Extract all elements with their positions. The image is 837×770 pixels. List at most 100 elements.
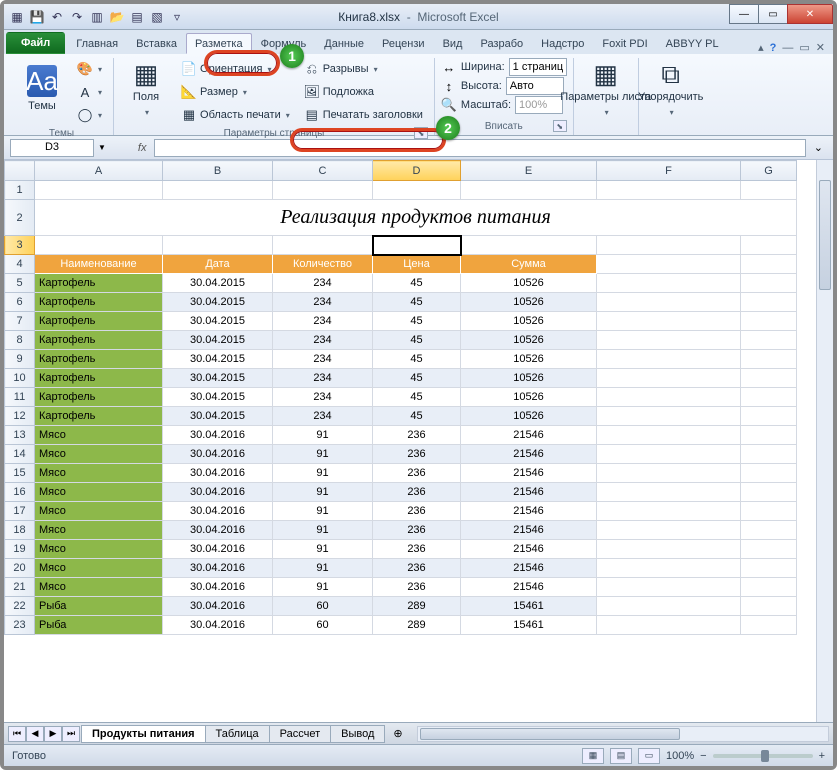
table-cell-price[interactable]: 236 — [373, 445, 461, 464]
table-cell-sum[interactable]: 21546 — [461, 483, 597, 502]
name-box[interactable]: D3 — [10, 139, 94, 157]
cell[interactable] — [597, 407, 741, 426]
cell[interactable] — [597, 578, 741, 597]
background-button[interactable]: 🖼Подложка — [299, 81, 428, 103]
new-icon[interactable]: ▥ — [88, 8, 106, 26]
table-cell-sum[interactable]: 15461 — [461, 597, 597, 616]
cell[interactable] — [597, 559, 741, 578]
table-cell-name[interactable]: Картофель — [35, 407, 163, 426]
orientation-button[interactable]: 📄Ориентация — [176, 58, 295, 80]
cell[interactable] — [597, 521, 741, 540]
column-header[interactable]: E — [461, 161, 597, 181]
table-cell-price[interactable]: 45 — [373, 407, 461, 426]
row-header[interactable]: 20 — [5, 559, 35, 578]
excel-icon[interactable]: ▦ — [8, 8, 26, 26]
row-header[interactable]: 1 — [5, 181, 35, 200]
table-cell-price[interactable]: 236 — [373, 426, 461, 445]
help-icon[interactable]: ? — [770, 42, 777, 54]
row-header[interactable]: 6 — [5, 293, 35, 312]
qat-icon[interactable]: ▧ — [148, 8, 166, 26]
row-header[interactable]: 7 — [5, 312, 35, 331]
table-cell-name[interactable]: Мясо — [35, 445, 163, 464]
table-cell-date[interactable]: 30.04.2016 — [163, 578, 273, 597]
table-header-cell[interactable]: Наименование — [35, 255, 163, 274]
zoom-slider[interactable] — [713, 754, 813, 758]
tab-ABBYY PL[interactable]: ABBYY PL — [657, 33, 728, 54]
width-input[interactable] — [509, 58, 567, 76]
tab-Надстро[interactable]: Надстро — [532, 33, 593, 54]
table-cell-qty[interactable]: 91 — [273, 464, 373, 483]
table-cell-name[interactable]: Картофель — [35, 331, 163, 350]
table-cell-sum[interactable]: 10526 — [461, 350, 597, 369]
table-cell-name[interactable]: Картофель — [35, 293, 163, 312]
table-cell-price[interactable]: 289 — [373, 597, 461, 616]
row-header[interactable]: 9 — [5, 350, 35, 369]
table-cell-price[interactable]: 236 — [373, 578, 461, 597]
cell[interactable] — [597, 293, 741, 312]
cell[interactable] — [273, 181, 373, 200]
cell[interactable] — [741, 369, 797, 388]
table-cell-name[interactable]: Мясо — [35, 578, 163, 597]
table-header-cell[interactable]: Количество — [273, 255, 373, 274]
minimize-ribbon-icon[interactable]: ▴ — [758, 41, 764, 54]
table-cell-sum[interactable]: 21546 — [461, 464, 597, 483]
row-header[interactable]: 8 — [5, 331, 35, 350]
row-header[interactable]: 13 — [5, 426, 35, 445]
table-cell-qty[interactable]: 234 — [273, 407, 373, 426]
cell[interactable] — [741, 255, 797, 274]
column-header[interactable]: C — [273, 161, 373, 181]
cell[interactable] — [597, 616, 741, 635]
cell[interactable] — [741, 274, 797, 293]
table-cell-qty[interactable]: 91 — [273, 578, 373, 597]
cell[interactable] — [741, 483, 797, 502]
table-cell-name[interactable]: Мясо — [35, 464, 163, 483]
table-cell-qty[interactable]: 234 — [273, 331, 373, 350]
table-cell-price[interactable]: 45 — [373, 331, 461, 350]
qat-icon[interactable]: ▤ — [128, 8, 146, 26]
table-cell-date[interactable]: 30.04.2016 — [163, 597, 273, 616]
new-sheet-button[interactable]: ⊕ — [387, 727, 408, 740]
cell[interactable] — [741, 236, 797, 255]
table-cell-qty[interactable]: 91 — [273, 483, 373, 502]
table-cell-sum[interactable]: 10526 — [461, 388, 597, 407]
sheet-tab[interactable]: Таблица — [205, 725, 270, 743]
table-cell-date[interactable]: 30.04.2015 — [163, 274, 273, 293]
maximize-button[interactable]: ▭ — [758, 4, 788, 24]
tab-nav-last[interactable]: ⏭ — [62, 726, 80, 742]
tab-Главная[interactable]: Главная — [67, 33, 127, 54]
table-cell-date[interactable]: 30.04.2015 — [163, 388, 273, 407]
cell[interactable] — [741, 312, 797, 331]
tab-Разметка[interactable]: Разметка — [186, 33, 252, 54]
cell[interactable] — [461, 236, 597, 255]
print-area-button[interactable]: ▦Область печати — [176, 104, 295, 126]
table-cell-name[interactable]: Картофель — [35, 350, 163, 369]
table-cell-sum[interactable]: 10526 — [461, 312, 597, 331]
table-cell-date[interactable]: 30.04.2015 — [163, 369, 273, 388]
size-button[interactable]: 📐Размер — [176, 81, 295, 103]
column-header[interactable] — [5, 161, 35, 181]
cell[interactable] — [273, 236, 373, 255]
cell[interactable] — [597, 350, 741, 369]
sheet-tab[interactable]: Вывод — [330, 725, 385, 743]
cell[interactable] — [741, 597, 797, 616]
cell[interactable] — [597, 426, 741, 445]
table-cell-name[interactable]: Картофель — [35, 274, 163, 293]
table-cell-qty[interactable]: 60 — [273, 616, 373, 635]
cell[interactable] — [373, 236, 461, 255]
cell[interactable] — [741, 293, 797, 312]
column-header[interactable]: A — [35, 161, 163, 181]
cell[interactable] — [35, 181, 163, 200]
table-cell-date[interactable]: 30.04.2016 — [163, 540, 273, 559]
table-cell-qty[interactable]: 91 — [273, 559, 373, 578]
breaks-button[interactable]: ⎌Разрывы — [299, 58, 428, 80]
sheet-tab[interactable]: Продукты питания — [81, 725, 206, 743]
zoom-level[interactable]: 100% — [666, 750, 694, 762]
table-cell-sum[interactable]: 21546 — [461, 521, 597, 540]
cell[interactable] — [597, 502, 741, 521]
table-cell-date[interactable]: 30.04.2016 — [163, 464, 273, 483]
table-cell-date[interactable]: 30.04.2016 — [163, 502, 273, 521]
tab-Вставка[interactable]: Вставка — [127, 33, 186, 54]
themes-button[interactable]: Aa Темы — [16, 58, 68, 120]
row-header[interactable]: 21 — [5, 578, 35, 597]
table-cell-name[interactable]: Картофель — [35, 369, 163, 388]
